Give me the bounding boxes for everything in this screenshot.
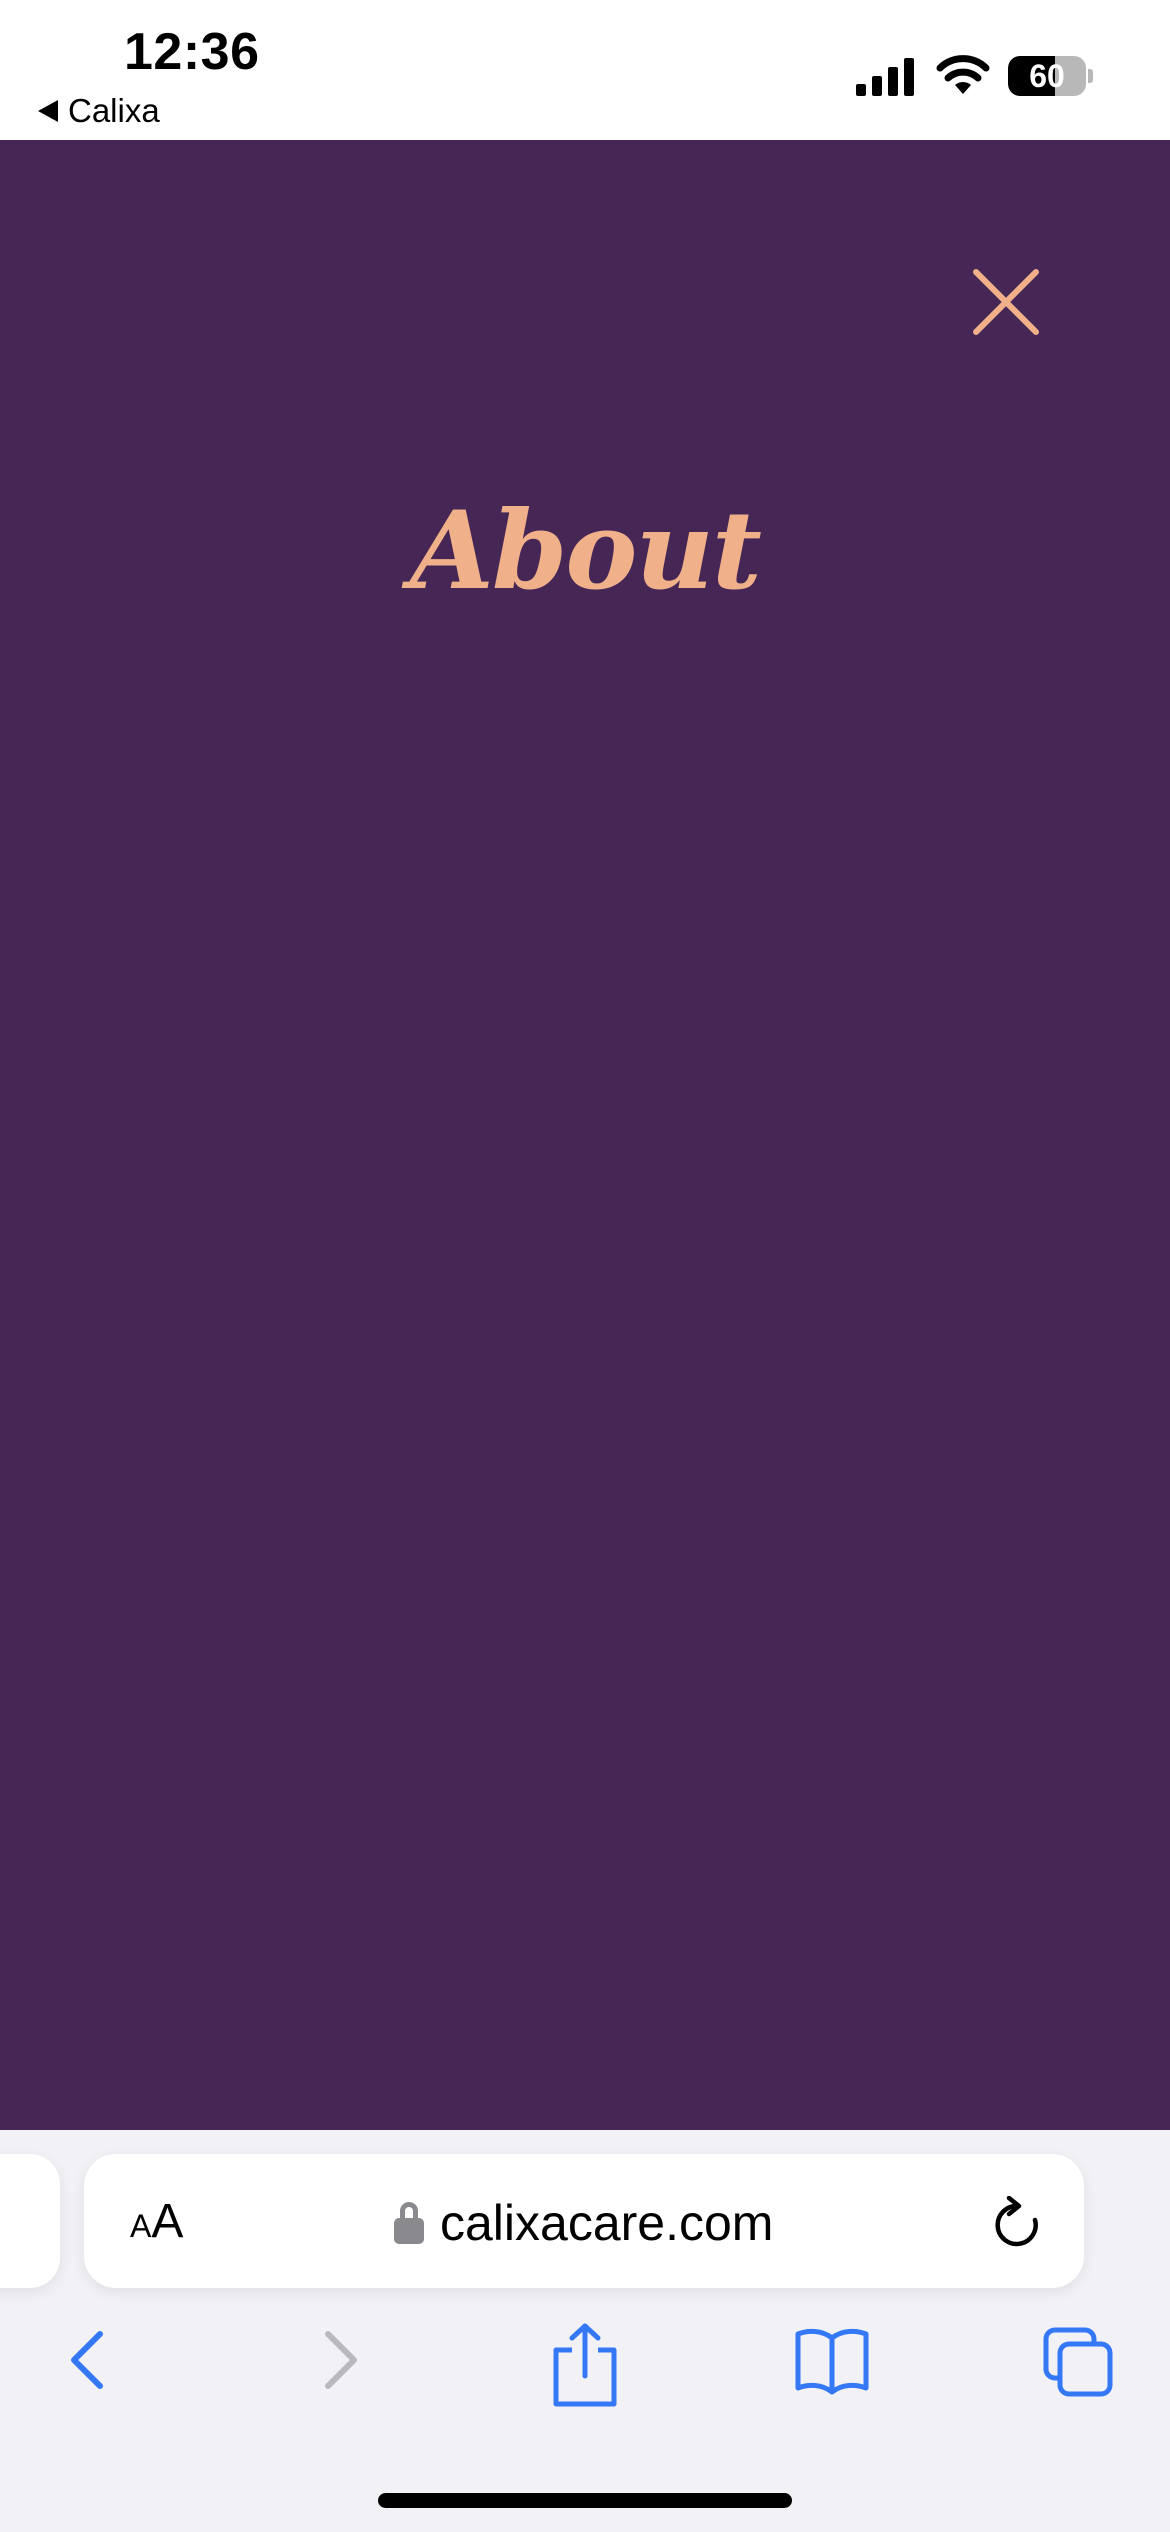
home-indicator[interactable] [378,2493,792,2508]
tabs-button[interactable] [1040,2320,1116,2405]
reload-button[interactable] [992,2195,1042,2255]
about-menu-link[interactable]: About [0,488,1170,614]
back-app-label: Calixa [68,92,160,129]
share-button[interactable] [548,2320,622,2415]
status-time: 12:36 [124,23,260,81]
text-size-button[interactable]: A A [130,2194,183,2249]
menu-overlay: About [0,140,1170,2130]
book-icon [795,2328,869,2395]
battery-nub [1088,69,1093,83]
share-icon [553,2323,617,2407]
close-icon [973,269,1039,335]
chevron-right-icon [325,2331,357,2389]
address-bar[interactable]: A A calixacare.com [84,2154,1084,2288]
reload-icon [995,2195,1038,2247]
cellular-signal-icon [856,58,914,96]
chevron-left-icon [71,2331,103,2389]
safari-bottom-bar: A A calixacare.com [0,2130,1170,2532]
text-size-large-glyph: A [151,2195,184,2248]
safari-toolbar [0,2320,1170,2440]
wifi-icon [936,55,990,94]
text-size-small-glyph: A [130,2208,152,2244]
back-button[interactable] [60,2320,116,2405]
battery-icon: 60 [1008,56,1086,96]
battery-level: 60 [1029,57,1065,94]
bookmarks-button[interactable] [792,2320,872,2405]
previous-tab-pill[interactable] [0,2154,60,2288]
back-triangle-icon [38,100,58,122]
close-button[interactable] [966,262,1046,342]
url-text: calixacare.com [440,2195,774,2251]
forward-button[interactable] [312,2320,368,2405]
status-bar: 12:36 Calixa 60 [0,0,1170,140]
back-to-app-button[interactable]: Calixa [38,92,160,130]
tabs-icon [1043,2327,1113,2397]
lock-icon [394,2202,424,2244]
url-display[interactable]: calixacare.com [394,2194,773,2252]
